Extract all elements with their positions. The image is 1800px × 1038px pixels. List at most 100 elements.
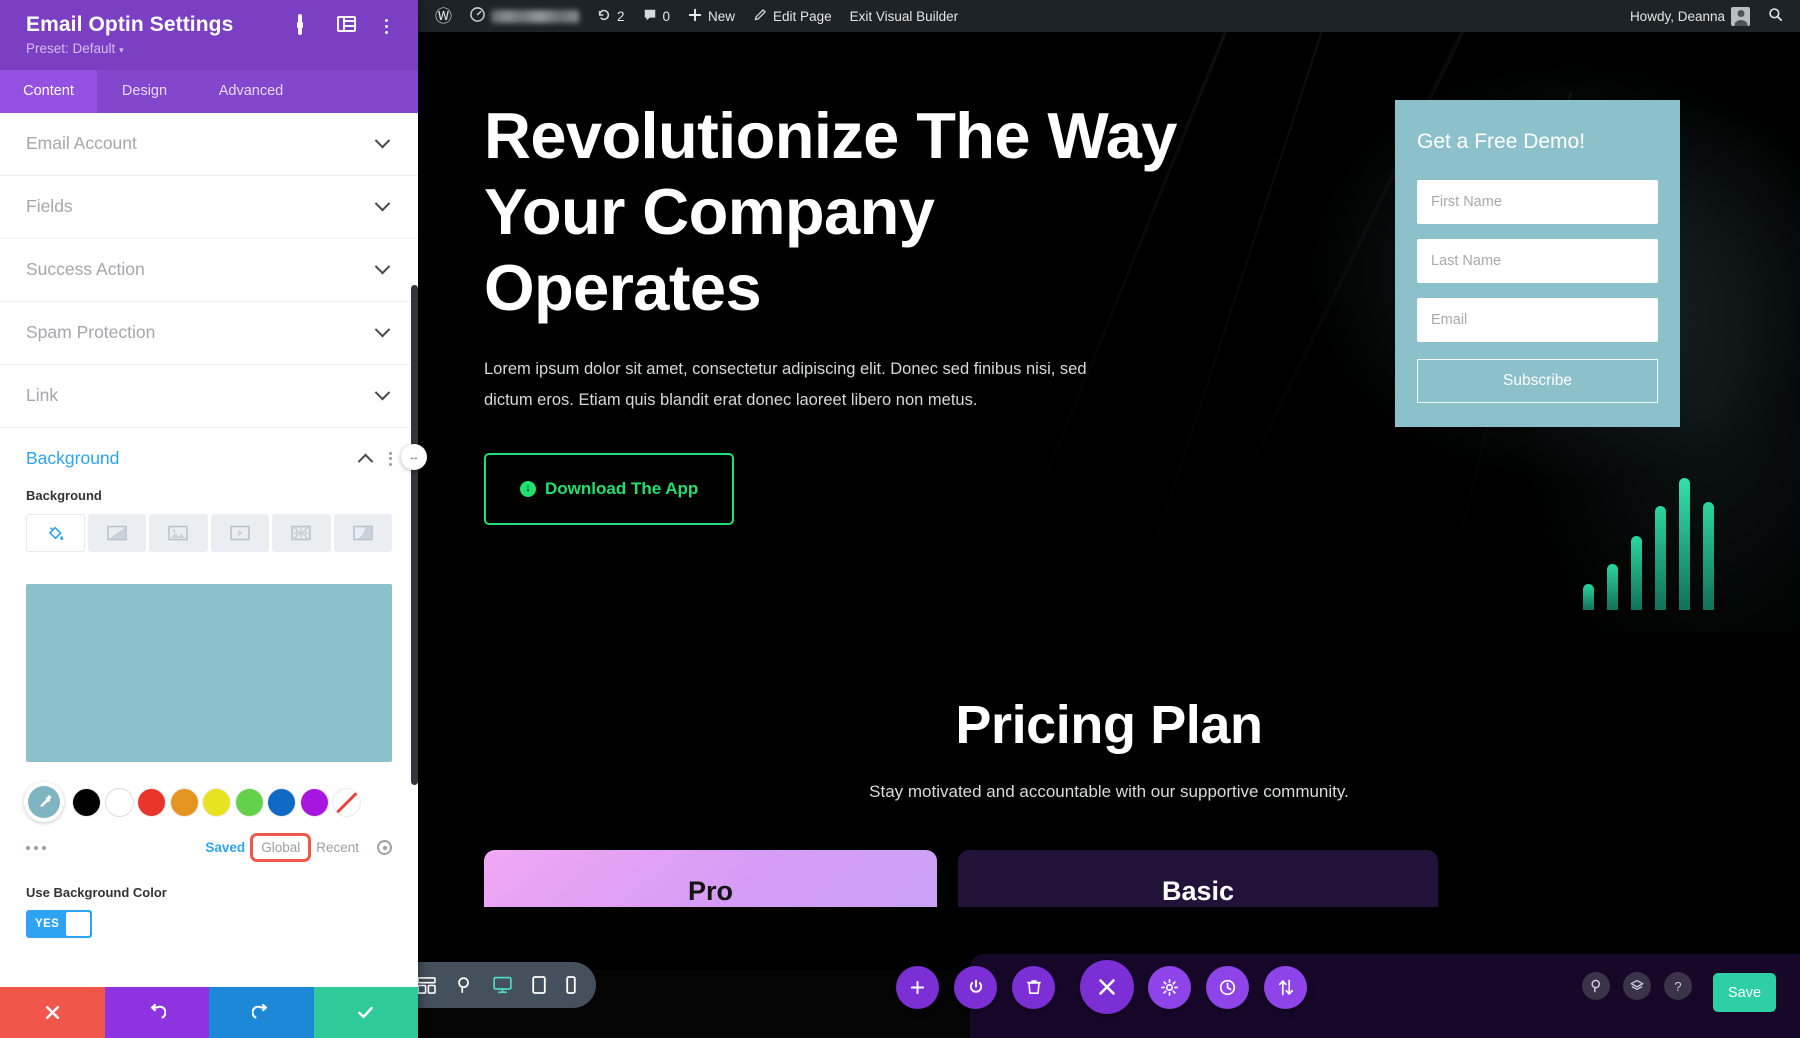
zoom-out-view-icon[interactable]	[456, 976, 473, 994]
preset-selector[interactable]: Preset: Default ▾	[26, 41, 396, 56]
vb-utility-icons: ?	[1582, 972, 1692, 1000]
exit-visual-builder-menu[interactable]: Exit Visual Builder	[841, 0, 968, 32]
sidebar-item-success-action[interactable]: Success Action	[0, 239, 418, 303]
exit-visual-builder-label: Exit Visual Builder	[849, 8, 959, 24]
sidebar-item-success-action-label: Success Action	[26, 259, 145, 280]
new-content-menu[interactable]: New	[679, 0, 744, 32]
wordpress-logo-menu[interactable]: Ⓦ	[426, 0, 461, 32]
email-input[interactable]	[1417, 298, 1658, 342]
chevron-down-icon	[374, 385, 391, 401]
first-name-input[interactable]	[1417, 180, 1658, 224]
layout-panel-icon[interactable]	[337, 16, 357, 36]
tab-content[interactable]: Content	[0, 70, 97, 114]
preset-label: Preset: Default	[26, 41, 116, 57]
vb-save-button[interactable]: Save	[1713, 973, 1776, 1012]
site-name-redacted	[491, 9, 579, 23]
history-button[interactable]	[1206, 965, 1249, 1009]
dashboard-icon	[470, 7, 485, 25]
delete-button[interactable]	[1012, 965, 1055, 1009]
download-app-button[interactable]: ↓ Download The App	[484, 452, 735, 525]
search-icon	[1768, 7, 1783, 25]
chevron-down-icon: ▾	[119, 45, 124, 56]
subscribe-button[interactable]: Subscribe	[1417, 359, 1658, 403]
swatch-blue[interactable]	[268, 788, 295, 816]
account-menu[interactable]: Howdy, Deanna	[1621, 0, 1759, 32]
background-image-icon[interactable]	[149, 514, 208, 553]
visual-builder-canvas: Ⓦ 2 0 New Edit Page Exit Visual Builder …	[418, 0, 1800, 1038]
tab-advanced[interactable]: Advanced	[192, 70, 310, 113]
download-circle-icon: ↓	[520, 480, 536, 497]
last-name-input[interactable]	[1417, 239, 1658, 283]
pricing-subheading: Stay motivated and accountable with our …	[869, 782, 1349, 801]
chevron-down-icon	[374, 322, 391, 338]
chevron-down-icon	[374, 133, 391, 149]
tablet-view-icon[interactable]	[532, 976, 546, 994]
background-color-icon[interactable]	[26, 514, 85, 553]
pricing-cards-row: Pro Basic	[418, 850, 1800, 970]
swatch-orange[interactable]	[170, 788, 198, 816]
more-colors-icon[interactable]	[26, 845, 46, 850]
preset-tab-global[interactable]: Global	[250, 833, 312, 863]
admin-search-button[interactable]	[1759, 0, 1792, 32]
preset-tab-saved[interactable]: Saved	[197, 836, 253, 859]
sidebar-item-email-account[interactable]: Email Account	[0, 113, 418, 177]
pricing-card-pro-name: Pro	[687, 876, 733, 906]
undo-button[interactable]	[104, 987, 209, 1038]
help-icon[interactable]: ?	[1664, 972, 1692, 1000]
background-options-kebab-icon[interactable]	[389, 451, 392, 466]
layers-icon[interactable]	[1623, 972, 1651, 1000]
pricing-card-basic[interactable]: Basic	[958, 850, 1438, 907]
close-settings-button[interactable]	[1080, 960, 1134, 1014]
background-pattern-icon[interactable]	[272, 514, 331, 553]
sidebar-item-background[interactable]: Background	[0, 428, 418, 475]
site-name-menu[interactable]	[461, 0, 588, 32]
background-mask-icon[interactable]	[333, 514, 392, 553]
revisions-menu[interactable]: 2	[588, 0, 634, 32]
wireframe-view-icon[interactable]	[418, 976, 436, 994]
use-background-color-label: Use Background Color	[26, 885, 167, 901]
redo-button[interactable]	[209, 987, 314, 1038]
email-optin-module[interactable]: Get a Free Demo! Subscribe	[1395, 100, 1680, 427]
sidebar-item-link[interactable]: Link	[0, 365, 418, 429]
sort-button[interactable]	[1264, 965, 1307, 1009]
use-background-color-toggle[interactable]: YES	[26, 910, 92, 939]
toggle-value: YES	[35, 918, 60, 931]
tab-design[interactable]: Design	[97, 70, 192, 113]
swatch-red[interactable]	[138, 788, 165, 816]
pricing-card-pro[interactable]: Pro	[484, 850, 937, 907]
swatch-purple[interactable]	[300, 788, 328, 816]
wordpress-logo-icon: Ⓦ	[435, 6, 452, 26]
sidebar-scrollbar[interactable]	[411, 285, 418, 786]
swatch-yellow[interactable]	[203, 788, 230, 816]
sidebar-item-fields-label: Fields	[26, 196, 73, 217]
kebab-menu-icon[interactable]	[376, 17, 396, 35]
swatch-black[interactable]	[73, 788, 100, 816]
sidebar-resize-handle[interactable]: ↔	[401, 444, 427, 470]
sidebar-item-fields[interactable]: Fields	[0, 176, 418, 240]
search-icon[interactable]	[1582, 972, 1610, 1000]
settings-button[interactable]	[1148, 965, 1191, 1009]
swatch-transparent[interactable]	[333, 788, 360, 816]
background-color-preview[interactable]	[26, 584, 392, 763]
swatch-green[interactable]	[235, 788, 263, 816]
eyedropper-swatch-selected[interactable]	[24, 782, 64, 823]
toggle-builder-button[interactable]	[954, 965, 997, 1009]
background-video-icon[interactable]	[210, 514, 269, 553]
swatch-white[interactable]	[105, 788, 133, 816]
add-module-button[interactable]	[896, 965, 939, 1009]
desktop-view-icon[interactable]	[493, 976, 512, 994]
comments-menu[interactable]: 0	[634, 0, 680, 32]
cancel-button[interactable]	[0, 987, 105, 1038]
background-gradient-icon[interactable]	[87, 514, 146, 553]
color-preset-tabs: Saved Global Recent	[197, 833, 392, 863]
gear-icon[interactable]	[377, 840, 392, 856]
background-settings-panel: Background Saved Global Recent Use Backg…	[0, 475, 418, 939]
edit-page-menu[interactable]: Edit Page	[744, 0, 841, 32]
hero-paragraph: Lorem ipsum dolor sit amet, consectetur …	[484, 360, 1087, 410]
preset-tab-recent[interactable]: Recent	[308, 836, 367, 859]
focus-icon[interactable]	[298, 14, 318, 36]
sidebar-tabs: Content Design Advanced	[0, 70, 418, 114]
save-button[interactable]	[313, 987, 418, 1038]
phone-view-icon[interactable]	[566, 976, 576, 994]
sidebar-item-spam-protection[interactable]: Spam Protection	[0, 302, 418, 366]
